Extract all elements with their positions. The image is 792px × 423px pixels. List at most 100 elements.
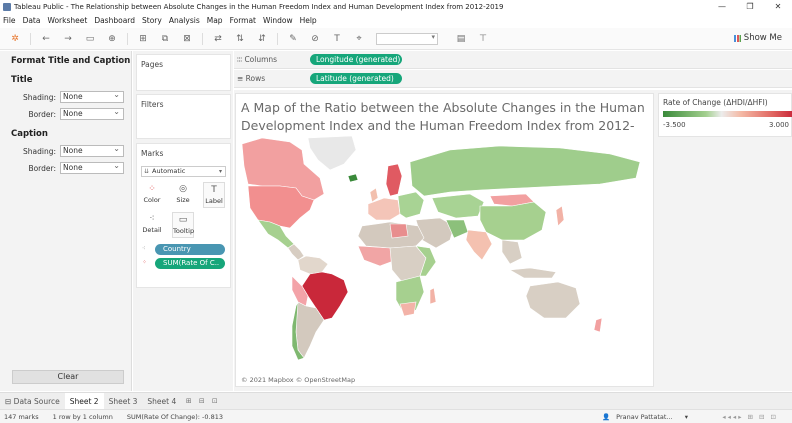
- filters-card[interactable]: Filters: [136, 94, 231, 139]
- menu-format[interactable]: Format: [230, 16, 256, 25]
- duplicate-sheet-icon[interactable]: ⧉: [158, 32, 172, 46]
- window-controls: — ❐ ✕: [708, 0, 792, 14]
- swap-icon[interactable]: ⇄: [211, 32, 225, 46]
- new-worksheet-icon[interactable]: ⊞: [183, 396, 194, 407]
- label-button[interactable]: T Label: [203, 182, 225, 208]
- label-label: Label: [205, 197, 223, 205]
- toolbar-divider: [202, 32, 203, 45]
- tableau-logo-icon[interactable]: ✲: [8, 32, 22, 46]
- title-border-select[interactable]: None: [60, 107, 124, 120]
- region-india: [465, 229, 493, 261]
- user-name: Pranav Pattatat...: [616, 413, 673, 421]
- tooltip-icon: ▭: [178, 215, 188, 225]
- legend-title: Rate of Change (ΔHDI/ΔHFI): [663, 98, 768, 107]
- region-scandinavia: [385, 163, 403, 197]
- label-icon[interactable]: T: [330, 32, 344, 46]
- tab-data-source[interactable]: ⊟ Data Source: [0, 393, 65, 410]
- clear-sheet-icon[interactable]: ⊠: [180, 32, 194, 46]
- title-border-label: Border:: [28, 110, 56, 119]
- highlight-icon[interactable]: ✎: [286, 32, 300, 46]
- detail-field-icon: ⁖: [142, 245, 146, 252]
- menu-worksheet[interactable]: Worksheet: [47, 16, 87, 25]
- region-iceland: [347, 173, 359, 183]
- presentation-icon[interactable]: ▤: [454, 32, 468, 46]
- format-title-caption-pane: Format Title and Caption » Title Shading…: [0, 51, 132, 391]
- visualization: A Map of the Ratio between the Absolute …: [235, 93, 654, 387]
- tooltip-label: Tooltip: [173, 227, 195, 235]
- collapse-pane-icon[interactable]: »: [122, 56, 126, 64]
- columns-shelf[interactable]: ⦙⦙⦙ Columns Longitude (generated): [234, 51, 792, 69]
- detail-label: Detail: [142, 226, 162, 234]
- map-attribution[interactable]: © 2021 Mapbox © OpenStreetMap: [241, 376, 355, 384]
- menu-analysis[interactable]: Analysis: [169, 16, 200, 25]
- label-icon: T: [211, 185, 217, 195]
- sheet-navigation[interactable]: ◂◂◂▸ ⊞ ⊟ ⊡: [722, 413, 778, 421]
- region-new-zealand: [593, 317, 603, 333]
- region-southeast-asia: [501, 239, 523, 265]
- pin-icon[interactable]: ⌖: [352, 32, 366, 46]
- tab-data-source-label: Data Source: [13, 396, 60, 406]
- user-menu[interactable]: 👤 Pranav Pattatat... ▾: [602, 413, 688, 421]
- menu-window[interactable]: Window: [263, 16, 293, 25]
- title-shading-select[interactable]: None: [60, 90, 124, 103]
- fit-dropdown[interactable]: [376, 32, 438, 45]
- undo-icon[interactable]: ←: [39, 32, 53, 46]
- menu-file[interactable]: File: [3, 16, 16, 25]
- title-shading-label: Shading:: [23, 93, 56, 102]
- latitude-pill[interactable]: Latitude (generated): [310, 73, 402, 84]
- color-label: Color: [143, 196, 161, 204]
- caption-section-heading: Caption: [11, 129, 48, 139]
- size-label: Size: [176, 196, 190, 204]
- save-icon[interactable]: ▭: [83, 32, 97, 46]
- show-me-button[interactable]: Show Me: [733, 33, 782, 43]
- marks-card-title: Marks: [141, 149, 164, 158]
- view-canvas: A Map of the Ratio between the Absolute …: [234, 90, 792, 391]
- region-libya: [389, 223, 409, 239]
- menu-map[interactable]: Map: [207, 16, 223, 25]
- menu-data[interactable]: Data: [23, 16, 41, 25]
- close-icon[interactable]: ✕: [764, 0, 792, 14]
- menu-help[interactable]: Help: [300, 16, 317, 25]
- caption-border-select[interactable]: None: [60, 161, 124, 174]
- rate-of-change-pill[interactable]: SUM(Rate Of C..: [155, 258, 225, 269]
- group-icon[interactable]: ⊘: [308, 32, 322, 46]
- tooltip-button[interactable]: ▭ Tooltip: [172, 212, 194, 238]
- rows-shelf[interactable]: ≡ Rows Latitude (generated): [234, 70, 792, 88]
- minimize-icon[interactable]: —: [708, 0, 736, 14]
- mark-type-dropdown[interactable]: Automatic: [141, 166, 226, 177]
- toolbar-divider: [277, 32, 278, 45]
- sort-descending-icon[interactable]: ⇵: [255, 32, 269, 46]
- region-greenland: [307, 136, 357, 171]
- columns-shelf-label: ⦙⦙⦙ Columns: [237, 55, 278, 64]
- legend-min: -3.500: [663, 121, 686, 129]
- new-dashboard-icon[interactable]: ⊟: [196, 396, 207, 407]
- country-pill[interactable]: Country: [155, 244, 225, 255]
- window-title: Tableau Public - The Relationship betwee…: [14, 3, 504, 11]
- share-icon[interactable]: ⊤: [476, 32, 490, 46]
- restore-icon[interactable]: ❐: [736, 0, 764, 14]
- new-sheet-icon[interactable]: ⊞: [136, 32, 150, 46]
- pages-card-title: Pages: [141, 60, 164, 69]
- clear-button[interactable]: Clear: [12, 370, 124, 384]
- size-button[interactable]: ◎ Size: [172, 182, 194, 208]
- region-china: [479, 201, 547, 241]
- marks-card: Marks Automatic ⁘ Color ◎ Size T Label ⁖…: [136, 143, 231, 288]
- sort-ascending-icon[interactable]: ⇅: [233, 32, 247, 46]
- menu-dashboard[interactable]: Dashboard: [94, 16, 135, 25]
- tab-sheet-3[interactable]: Sheet 3: [104, 393, 143, 410]
- detail-button[interactable]: ⁖ Detail: [141, 212, 163, 238]
- rows-shelf-label: ≡ Rows: [237, 74, 266, 83]
- new-story-icon[interactable]: ⊡: [209, 396, 220, 407]
- pages-card[interactable]: Pages: [136, 54, 231, 91]
- color-legend[interactable]: Rate of Change (ΔHDI/ΔHFI) -3.500 3.000: [658, 93, 792, 137]
- color-button[interactable]: ⁘ Color: [141, 182, 163, 208]
- new-datasource-icon[interactable]: ⊕: [105, 32, 119, 46]
- status-marks: 147 marks: [4, 412, 39, 421]
- longitude-pill[interactable]: Longitude (generated): [310, 54, 402, 65]
- world-map[interactable]: [240, 136, 653, 364]
- caption-shading-select[interactable]: None: [60, 144, 124, 157]
- menu-story[interactable]: Story: [142, 16, 162, 25]
- tab-sheet-4[interactable]: Sheet 4: [142, 393, 181, 410]
- tab-sheet-2[interactable]: Sheet 2: [64, 392, 104, 410]
- redo-icon[interactable]: →: [61, 32, 75, 46]
